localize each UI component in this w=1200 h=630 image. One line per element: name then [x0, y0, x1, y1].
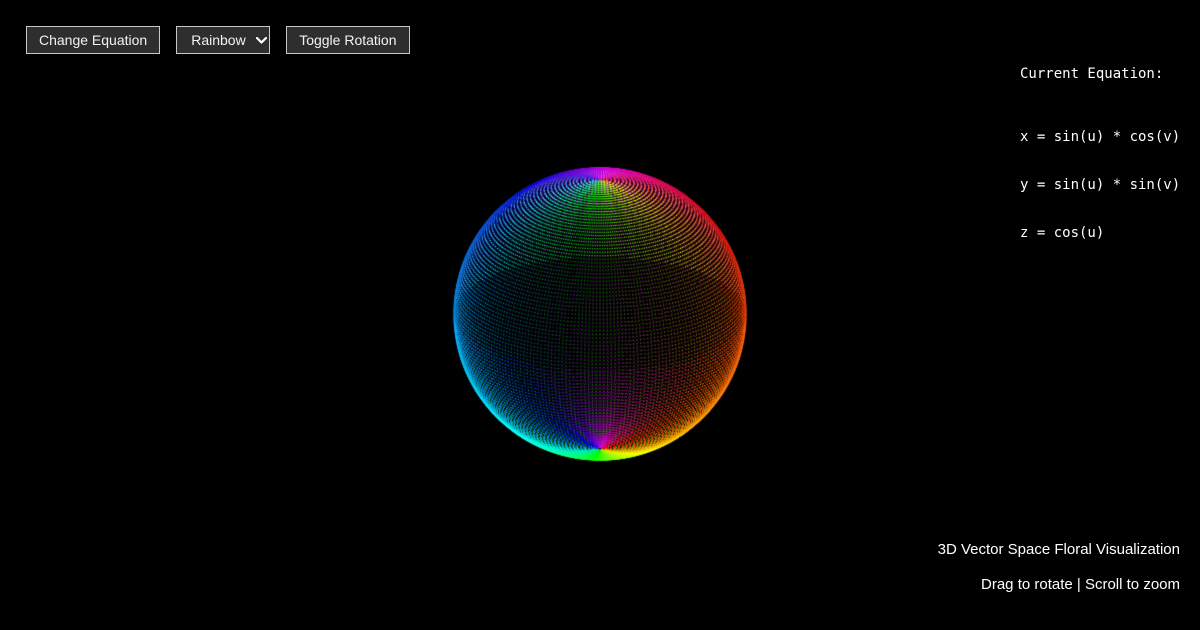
equation-line-z: z = cos(u) [1020, 225, 1180, 241]
toggle-rotation-button[interactable]: Toggle Rotation [286, 26, 409, 54]
color-scheme-selected-value: Rainbow [191, 32, 245, 48]
interaction-hint: Drag to rotate | Scroll to zoom [981, 576, 1180, 593]
app-stage: Change Equation Rainbow Toggle Rotation … [0, 0, 1200, 630]
visualization-title: 3D Vector Space Floral Visualization [938, 541, 1180, 558]
toolbar: Change Equation Rainbow Toggle Rotation [26, 26, 410, 54]
equation-panel: Current Equation: x = sin(u) * cos(v) y … [1020, 34, 1180, 273]
change-equation-button[interactable]: Change Equation [26, 26, 160, 54]
equation-line-y: y = sin(u) * sin(v) [1020, 177, 1180, 193]
equation-panel-title: Current Equation: [1020, 66, 1180, 82]
chevron-down-icon [256, 37, 267, 44]
color-scheme-select[interactable]: Rainbow [176, 26, 270, 54]
equation-line-x: x = sin(u) * cos(v) [1020, 129, 1180, 145]
